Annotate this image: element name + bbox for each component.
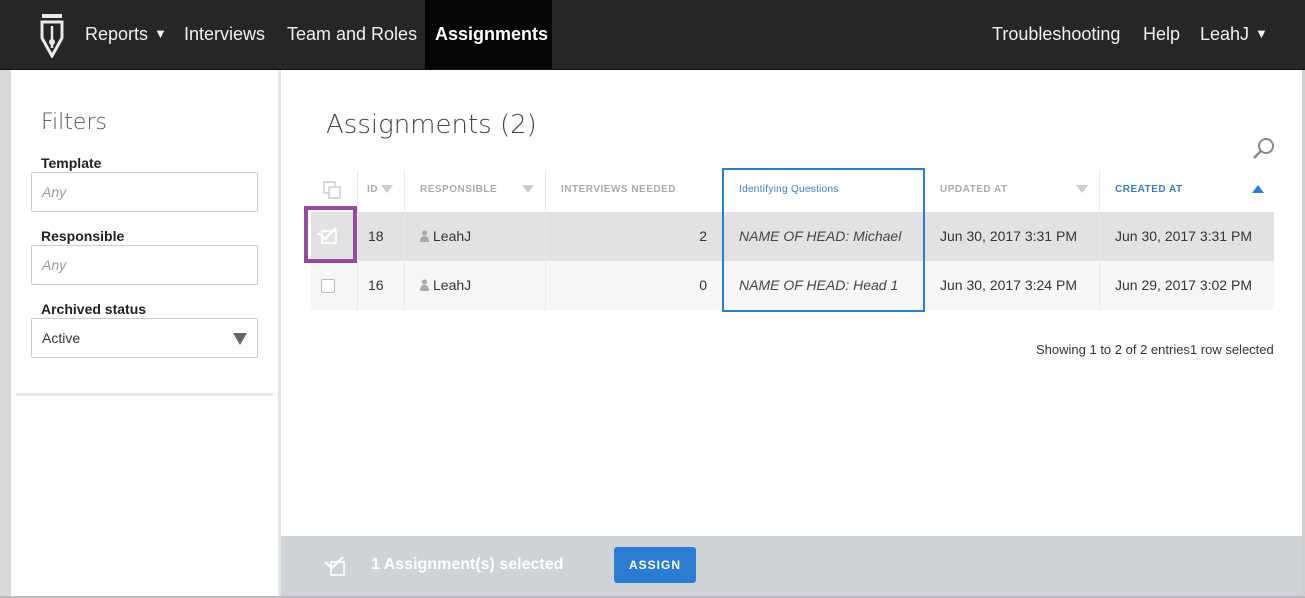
filters-title: Filters [41,110,107,135]
cell-identifying-questions: NAME OF HEAD: Head 1 [739,277,899,293]
cell-updated-at: Jun 30, 2017 3:24 PM [940,277,1077,293]
select-all-icon[interactable] [323,181,343,199]
sidebar-border [278,70,281,598]
chevron-down-icon: ▼ [1255,26,1268,41]
cell-identifying-questions: NAME OF HEAD: Michael [739,228,902,244]
table-info: Showing 1 to 2 of 2 entries1 row selecte… [1036,342,1274,357]
user-name: LeahJ [1200,24,1250,44]
sort-ascending-icon[interactable] [1252,185,1264,193]
column-header-id[interactable]: ID [367,170,378,212]
cell-responsible: LeahJ [420,261,471,310]
person-icon [420,230,429,242]
responsible-placeholder: Any [42,257,67,273]
responsible-name: LeahJ [433,277,472,293]
dropdown-arrow-icon [233,333,247,345]
column-header-responsible[interactable]: RESPONSIBLE [420,170,497,212]
app-logo-icon[interactable] [38,12,66,58]
person-icon [420,279,429,291]
cell-interviews-needed: 2 [699,228,707,244]
left-edge-strip [0,70,11,598]
nav-team-and-roles[interactable]: Team and Roles [287,0,417,69]
column-divider [357,170,358,310]
nav-help[interactable]: Help [1143,0,1180,69]
responsible-input[interactable]: Any [31,245,258,285]
column-divider [545,170,546,310]
selected-count-text: 1 Assignment(s) selected [371,556,564,573]
column-header-identifying-questions[interactable]: Identifying Questions [739,170,839,212]
top-navbar: Reports ▼ Interviews Team and Roles Assig… [0,0,1305,70]
cell-id: 16 [368,277,384,293]
nav-interviews[interactable]: Interviews [184,0,265,69]
nav-reports[interactable]: Reports ▼ [85,0,167,69]
cell-interviews-needed: 0 [699,277,707,293]
archived-status-value: Active [42,330,81,346]
table-row[interactable]: 16 LeahJ 0 NAME OF HEAD: Head 1 Jun 30, … [311,261,1274,310]
nav-troubleshooting[interactable]: Troubleshooting [992,0,1120,69]
filters-sidebar: Filters Template Any Responsible Any Arc… [11,70,278,598]
cell-id: 18 [368,228,384,244]
cell-created-at: Jun 30, 2017 3:31 PM [1115,228,1252,244]
template-placeholder: Any [42,184,67,200]
template-input[interactable]: Any [31,172,258,212]
template-label: Template [41,155,102,171]
sort-icon[interactable] [1076,185,1088,193]
column-header-updated-at[interactable]: UPDATED AT [940,170,1008,212]
column-divider [404,170,405,310]
chevron-down-icon: ▼ [154,26,167,41]
archived-status-select[interactable]: Active [31,318,258,358]
responsible-name: LeahJ [433,228,472,244]
sort-icon[interactable] [381,185,393,193]
user-menu[interactable]: LeahJ ▼ [1200,0,1268,69]
sidebar-divider [16,393,273,396]
search-icon[interactable] [1252,136,1276,160]
archived-status-label: Archived status [41,301,147,317]
cell-responsible: LeahJ [420,212,471,261]
sort-icon[interactable] [522,185,534,193]
responsible-label: Responsible [41,228,125,244]
nav-assignments[interactable]: Assignments [425,0,552,69]
column-header-created-at[interactable]: CREATED AT [1115,170,1183,212]
assign-icon [324,556,345,576]
page-title: Assignments (2) [326,110,537,140]
row-checkbox-highlight [304,206,357,263]
column-header-interviews-needed[interactable]: INTERVIEWS NEEDED [561,170,676,212]
cell-updated-at: Jun 30, 2017 3:31 PM [940,228,1077,244]
column-divider [1099,170,1100,310]
assign-button[interactable]: ASSIGN [614,547,696,583]
cell-created-at: Jun 29, 2017 3:02 PM [1115,277,1252,293]
table-row[interactable]: 18 LeahJ 2 NAME OF HEAD: Michael Jun 30,… [311,212,1274,261]
nav-reports-label: Reports [85,24,149,44]
selection-action-bar: 1 Assignment(s) selected ASSIGN [281,536,1305,598]
row-checkbox[interactable] [321,279,335,293]
